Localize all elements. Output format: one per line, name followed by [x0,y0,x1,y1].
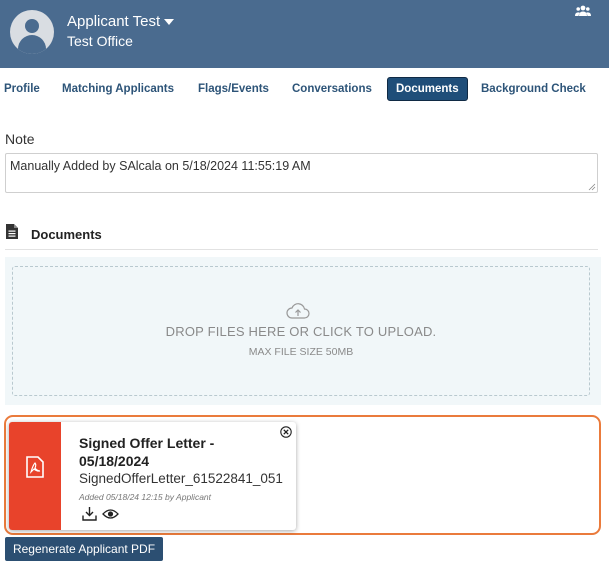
file-card[interactable]: Signed Offer Letter - 05/18/2024 SignedO… [9,422,296,530]
resize-grip-icon[interactable] [588,183,596,191]
eye-icon[interactable] [102,508,119,520]
app-header: Applicant Test Test Office [0,0,609,68]
note-field[interactable]: Manually Added by SAlcala on 5/18/2024 1… [5,153,598,193]
tab-conversations[interactable]: Conversations [292,76,372,102]
tab-profile[interactable]: Profile [4,76,40,102]
file-name: SignedOfferLetter_61522841_051 [79,471,283,486]
dropzone-subtext: MAX FILE SIZE 50MB [248,346,354,358]
download-icon[interactable] [82,506,97,521]
cloud-upload-icon [286,303,310,319]
tab-matching-applicants[interactable]: Matching Applicants [62,76,174,102]
pdf-file-icon [26,456,44,478]
close-icon[interactable] [280,426,292,438]
avatar-icon[interactable] [10,10,54,54]
note-label: Note [5,131,35,147]
file-title: Signed Offer Letter - 05/18/2024 [79,435,215,469]
dropzone-text: DROP FILES HERE OR CLICK TO UPLOAD. [165,324,437,339]
documents-section-title: Documents [31,227,102,242]
regenerate-applicant-pdf-button[interactable]: Regenerate Applicant PDF [5,537,163,561]
tab-documents[interactable]: Documents [387,77,468,101]
tab-background-check[interactable]: Background Check [481,76,586,102]
document-icon [6,224,18,239]
user-name[interactable]: Applicant Test [67,13,160,30]
caret-down-icon[interactable] [164,19,174,25]
tab-bar: Profile Matching Applicants Flags/Events… [0,76,609,102]
users-icon[interactable] [575,5,591,17]
pdf-preview[interactable] [9,422,61,530]
file-meta: Added 05/18/24 12:15 by Applicant [79,492,212,502]
tab-flags-events[interactable]: Flags/Events [198,76,269,102]
section-divider [5,249,598,250]
office-name: Test Office [67,33,133,49]
